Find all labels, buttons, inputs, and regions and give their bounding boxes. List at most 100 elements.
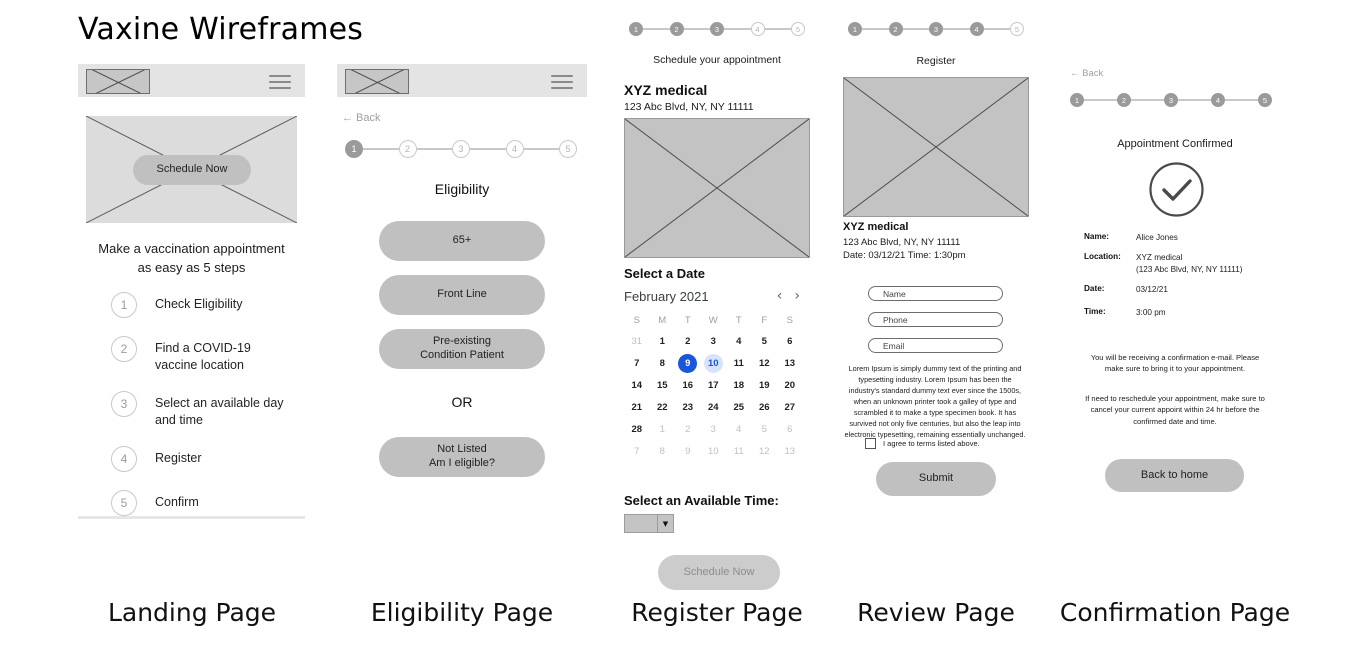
calendar-day[interactable]: 10 xyxy=(701,440,727,462)
stepper-node-5[interactable]: 5 xyxy=(1258,93,1272,107)
time-select[interactable]: ▼ xyxy=(624,514,674,533)
calendar-day[interactable]: 7 xyxy=(624,352,650,374)
calendar-day[interactable]: 26 xyxy=(752,396,778,418)
calendar-day[interactable]: 13 xyxy=(777,440,803,462)
back-link[interactable]: ← Back xyxy=(342,112,381,124)
calendar-day[interactable]: 23 xyxy=(675,396,701,418)
name-field[interactable]: Name xyxy=(868,286,1003,301)
stepper-node-4[interactable]: 4 xyxy=(969,22,984,36)
calendar-next-icon[interactable]: › xyxy=(788,288,806,304)
calendar-day[interactable]: 5 xyxy=(752,418,778,440)
calendar-day[interactable]: 19 xyxy=(752,374,778,396)
calendar-day[interactable]: 21 xyxy=(624,396,650,418)
calendar-day[interactable]: 1 xyxy=(650,330,676,352)
calendar-day[interactable]: 17 xyxy=(701,374,727,396)
stepper-node-5[interactable]: 5 xyxy=(1010,22,1024,36)
calendar-day-label: 20 xyxy=(784,379,796,391)
stepper-node-4[interactable]: 4 xyxy=(750,22,765,36)
stepper-node-5[interactable]: 5 xyxy=(791,22,805,36)
stepper-node-4[interactable]: 4 xyxy=(505,140,524,158)
stepper-bar xyxy=(902,28,929,30)
calendar-day-highlight[interactable]: 10 xyxy=(701,352,727,374)
stepper-node-1[interactable]: 1 xyxy=(345,140,363,158)
page-title: Vaxine Wireframes xyxy=(78,12,364,47)
calendar-day[interactable]: 6 xyxy=(777,330,803,352)
hamburger-menu-icon[interactable] xyxy=(269,75,291,89)
calendar-day[interactable]: 25 xyxy=(726,396,752,418)
calendar-day[interactable]: 11 xyxy=(726,440,752,462)
calendar-day[interactable]: 3 xyxy=(701,418,727,440)
calendar-day[interactable]: 6 xyxy=(777,418,803,440)
stepper-node-3[interactable]: 3 xyxy=(1164,93,1178,107)
calendar-day[interactable]: 22 xyxy=(650,396,676,418)
calendar-day[interactable]: 11 xyxy=(726,352,752,374)
calendar-day[interactable]: 2 xyxy=(675,418,701,440)
calendar-day[interactable]: 9 xyxy=(675,440,701,462)
stepper-node-3[interactable]: 3 xyxy=(452,140,470,158)
check-icon xyxy=(1148,161,1205,218)
step-label: Find a COVID-19 vaccine location xyxy=(155,341,251,372)
calendar-prev-icon[interactable]: ‹ xyxy=(771,288,789,304)
stepper-node-2[interactable]: 2 xyxy=(888,22,903,36)
calendar-day[interactable]: 16 xyxy=(675,374,701,396)
eligibility-option-front-line[interactable]: Front Line xyxy=(379,275,545,315)
submit-button[interactable]: Submit xyxy=(876,462,996,496)
stepper-node-4[interactable]: 4 xyxy=(1211,93,1225,107)
detail-key: Time: xyxy=(1084,307,1106,316)
calendar-day[interactable]: 18 xyxy=(726,374,752,396)
phone-field[interactable]: Phone xyxy=(868,312,1003,327)
schedule-now-hero-button[interactable]: Schedule Now xyxy=(133,155,251,185)
stepper-node-3[interactable]: 3 xyxy=(710,22,724,36)
calendar-day[interactable]: 14 xyxy=(624,374,650,396)
calendar-day[interactable]: 7 xyxy=(624,440,650,462)
calendar-day[interactable]: 12 xyxy=(752,352,778,374)
calendar-day[interactable]: 15 xyxy=(650,374,676,396)
back-link[interactable]: ← Back xyxy=(1070,68,1103,79)
calendar-day[interactable]: 24 xyxy=(701,396,727,418)
stepper-node-5[interactable]: 5 xyxy=(559,140,577,158)
confirmation-title: Appointment Confirmed xyxy=(1117,138,1233,150)
landing-headline: Make a vaccination appointment as easy a… xyxy=(78,240,305,278)
eligibility-option-preexisting[interactable]: Pre-existing Condition Patient xyxy=(379,329,545,369)
calendar-day[interactable]: 3 xyxy=(701,330,727,352)
calendar-day[interactable]: 13 xyxy=(777,352,803,374)
date-picker[interactable]: February 2021 ‹ › S M T W T F S 31 1 2 3… xyxy=(624,288,806,462)
agree-checkbox[interactable] xyxy=(865,438,876,449)
calendar-day-label: 16 xyxy=(682,379,694,391)
stepper-node-3[interactable]: 3 xyxy=(929,22,943,36)
list-item: 1 Check Eligibility xyxy=(111,292,306,318)
stepper-bar xyxy=(1084,99,1117,101)
calendar-day[interactable]: 1 xyxy=(650,418,676,440)
stepper-node-2[interactable]: 2 xyxy=(398,140,417,158)
calendar-day[interactable]: 12 xyxy=(752,440,778,462)
app-bar xyxy=(78,64,305,97)
calendar-day[interactable]: 31 xyxy=(624,330,650,352)
stepper-node-1[interactable]: 1 xyxy=(1070,93,1084,107)
hamburger-menu-icon[interactable] xyxy=(551,75,573,89)
calendar-day-selected[interactable]: 9 xyxy=(675,352,701,374)
eligibility-option-65plus[interactable]: 65+ xyxy=(379,221,545,261)
stepper-node-2[interactable]: 2 xyxy=(669,22,684,36)
calendar-day[interactable]: 8 xyxy=(650,352,676,374)
stepper-bar xyxy=(943,28,970,30)
stepper-node-1[interactable]: 1 xyxy=(848,22,862,36)
stepper-bar xyxy=(470,148,506,150)
calendar-day[interactable]: 8 xyxy=(650,440,676,462)
calendar-day[interactable]: 4 xyxy=(726,418,752,440)
stepper-node-1[interactable]: 1 xyxy=(629,22,643,36)
calendar-day[interactable]: 27 xyxy=(777,396,803,418)
detail-row-location: Location: XYZ medical (123 Abc Blvd, NY, … xyxy=(1084,252,1280,276)
eligibility-option-not-listed[interactable]: Not Listed Am I eligible? xyxy=(379,437,545,477)
schedule-now-button[interactable]: Schedule Now xyxy=(658,555,780,590)
calendar-day[interactable]: 20 xyxy=(777,374,803,396)
email-field[interactable]: Email xyxy=(868,338,1003,353)
stepper-node-2[interactable]: 2 xyxy=(1117,93,1131,107)
agree-checkbox-row[interactable]: I agree to terms listed above. xyxy=(865,438,980,449)
caption-review: Review Page xyxy=(857,598,1015,627)
step-number: 1 xyxy=(111,292,137,318)
calendar-day[interactable]: 2 xyxy=(675,330,701,352)
calendar-day[interactable]: 28 xyxy=(624,418,650,440)
calendar-day[interactable]: 5 xyxy=(752,330,778,352)
back-to-home-button[interactable]: Back to home xyxy=(1105,459,1244,492)
calendar-day[interactable]: 4 xyxy=(726,330,752,352)
